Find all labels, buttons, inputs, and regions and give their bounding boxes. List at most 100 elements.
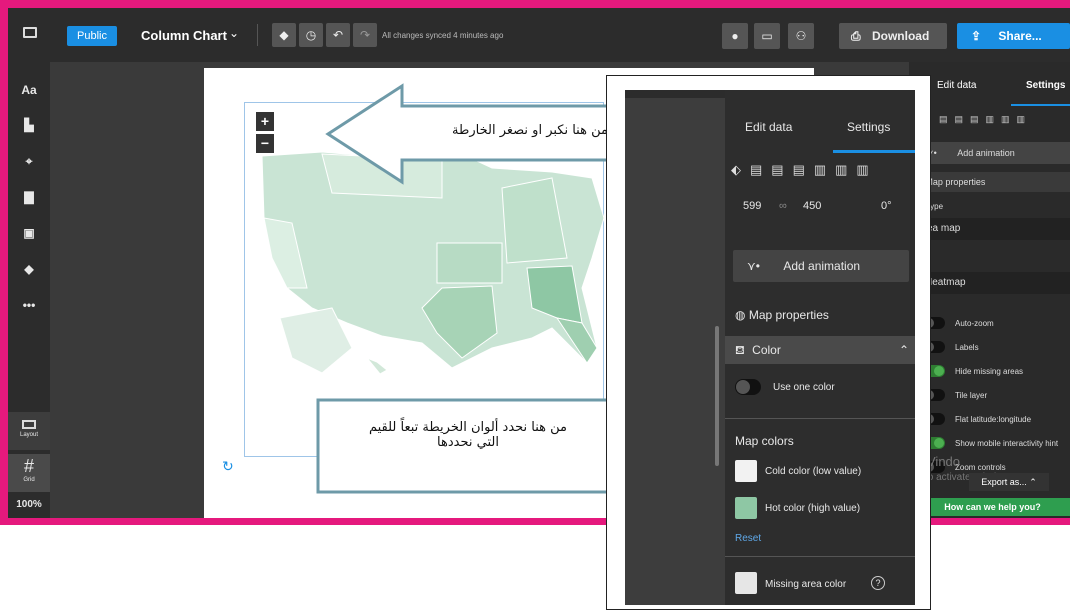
left-sidebar: Aa ▙ ⌖ ▇ ▣ ◆ ••• Layout # Grid 100%: [8, 62, 50, 518]
settings-panel: Edit data Settings ▤▤▤▥▥▥ ⋎• Add animati…: [909, 62, 1070, 518]
chevron-up-icon: ⌃: [898, 343, 909, 357]
zoomed-settings-overlay: Edit data Settings ⬖▤▤▤▥▥▥ 599 ∞ 450 0° …: [606, 75, 931, 610]
download-button[interactable]: ⎙ Download: [839, 23, 947, 49]
hot-color-label: Hot color (high value): [765, 503, 861, 514]
callout-colors-line1: من هنا نحدد ألوان الخريطة تبعاً للقيم: [368, 420, 568, 435]
windows-watermark: Vindo: [927, 454, 960, 469]
cold-color-swatch[interactable]: [735, 460, 757, 482]
public-badge[interactable]: Public: [67, 26, 117, 46]
top-bar: Public Column Chart ⌄ ◆ ◷ ↶ ↷ All change…: [8, 8, 1070, 62]
zoomed-topbar: [625, 90, 725, 98]
hot-color-swatch[interactable]: [735, 497, 757, 519]
state-plains: [436, 242, 503, 284]
rotation-field[interactable]: 0°: [881, 200, 892, 212]
share-button[interactable]: ⇪ Share...: [957, 23, 1070, 49]
map-icon[interactable]: ⌖: [8, 154, 50, 169]
help-button[interactable]: How can we help you?: [915, 498, 1070, 516]
map-properties-header[interactable]: ◍ Map properties: [725, 302, 915, 328]
animation-icon: ⋎•: [747, 259, 760, 273]
add-animation-label: Add animation: [957, 148, 1015, 158]
map-icon: ◍: [735, 308, 746, 322]
add-animation-label: Add animation: [783, 259, 861, 273]
use-one-color-label: Use one color: [773, 382, 835, 393]
team-icon[interactable]: ⚇: [788, 23, 814, 49]
map-colors-label: Map colors: [735, 434, 794, 448]
color-section-label: Color: [752, 343, 781, 357]
zoom-level[interactable]: 100%: [8, 499, 50, 510]
toggle-label: Labels: [955, 343, 979, 352]
callout-colors-line2: التي نحددها: [437, 435, 499, 450]
layout-icon[interactable]: ▇: [8, 190, 50, 204]
tab-underline: [1011, 104, 1070, 106]
cold-color-label: Cold color (low value): [765, 466, 862, 477]
style-value: Heatmap: [925, 277, 966, 288]
help-icon[interactable]: ?: [871, 576, 885, 590]
refresh-icon[interactable]: ↻: [222, 458, 234, 475]
help-label: How can we help you?: [944, 502, 1041, 512]
watermark-line1: Vindo: [927, 454, 961, 469]
height-field[interactable]: 450: [803, 200, 821, 212]
export-label: Export as...: [981, 477, 1027, 487]
tab-edit-data[interactable]: Edit data: [745, 120, 792, 134]
tag-icon[interactable]: ◆: [272, 23, 296, 47]
redo-icon[interactable]: ↷: [353, 23, 377, 47]
use-one-color-toggle[interactable]: [735, 379, 761, 395]
grid-icon: #: [23, 456, 34, 476]
share-icon: ⇪: [971, 29, 982, 43]
missing-color-label: Missing area color: [765, 579, 847, 590]
zoom-in-button[interactable]: +: [256, 112, 274, 131]
text-icon[interactable]: Aa: [8, 83, 50, 97]
toggle-label: Zoom controls: [955, 463, 1006, 472]
zoomed-panel: Edit data Settings ⬖▤▤▤▥▥▥ 599 ∞ 450 0° …: [625, 90, 915, 605]
color-section-header[interactable]: ⛾ Color ⌃: [725, 336, 915, 364]
toggle-label: Show mobile interactivity hint: [955, 439, 1059, 448]
zoomed-scrollbar[interactable]: [715, 326, 719, 466]
add-animation-button[interactable]: ⋎• Add animation: [915, 142, 1070, 164]
align-toolbar[interactable]: ▤▤▤▥▥▥: [939, 114, 1032, 125]
width-field[interactable]: 599: [743, 200, 761, 212]
image-icon[interactable]: ▣: [8, 226, 50, 240]
layout-button[interactable]: Layout: [8, 412, 50, 450]
map-properties-label: Map properties: [925, 177, 986, 187]
paint-bucket-icon: ⛾: [735, 343, 745, 357]
grid-button[interactable]: # Grid: [8, 454, 50, 492]
chevron-down-icon[interactable]: ⌄: [229, 26, 239, 40]
comment-icon[interactable]: ●: [722, 23, 748, 49]
toggle-label: Hide missing areas: [955, 367, 1024, 376]
zoomed-settings: Edit data Settings ⬖▤▤▤▥▥▥ 599 ∞ 450 0° …: [725, 90, 915, 605]
chart-title[interactable]: Column Chart: [141, 28, 227, 43]
align-toolbar[interactable]: ⬖▤▤▤▥▥▥: [731, 162, 878, 178]
reset-link[interactable]: Reset: [735, 533, 761, 544]
style-select[interactable]: Heatmap: [915, 272, 1070, 294]
clock-icon[interactable]: ◷: [299, 23, 323, 47]
link-icon[interactable]: ∞: [779, 200, 787, 212]
add-animation-button[interactable]: ⋎• Add animation: [733, 250, 909, 282]
bar-chart-icon[interactable]: ▙: [8, 118, 50, 132]
undo-icon[interactable]: ↶: [326, 23, 350, 47]
missing-color-swatch[interactable]: [735, 572, 757, 594]
toggle-label: Flat latitude:longitude: [955, 415, 1032, 424]
callout-colors-text: من هنا نحدد ألوان الخريطة تبعاً للقيم ال…: [318, 420, 618, 450]
share-label: Share...: [998, 29, 1042, 43]
download-icon: ⎙: [851, 29, 861, 43]
tab-edit-data[interactable]: Edit data: [937, 80, 976, 91]
present-icon[interactable]: ▭: [754, 23, 780, 49]
monitor-icon[interactable]: [23, 27, 37, 38]
tab-settings[interactable]: Settings: [1026, 80, 1065, 91]
more-icon[interactable]: •••: [8, 298, 50, 312]
tab-settings[interactable]: Settings: [847, 120, 890, 134]
export-button[interactable]: Export as... ⌃: [969, 473, 1049, 491]
tab-underline: [833, 150, 915, 153]
toggle-label: Tile layer: [955, 391, 988, 400]
map-properties-header[interactable]: ◍ Map properties: [915, 172, 1070, 192]
divider: [725, 556, 915, 557]
sync-status: All changes synced 4 minutes ago: [382, 31, 504, 40]
download-label: Download: [871, 29, 930, 43]
layout-icon: [22, 420, 36, 429]
divider: [725, 418, 915, 419]
shapes-icon[interactable]: ◆: [8, 262, 50, 276]
grid-label: Grid: [23, 477, 35, 483]
zoomed-canvas-area: [625, 90, 725, 605]
divider: [257, 24, 258, 46]
map-type-select[interactable]: Area map: [915, 218, 1070, 240]
